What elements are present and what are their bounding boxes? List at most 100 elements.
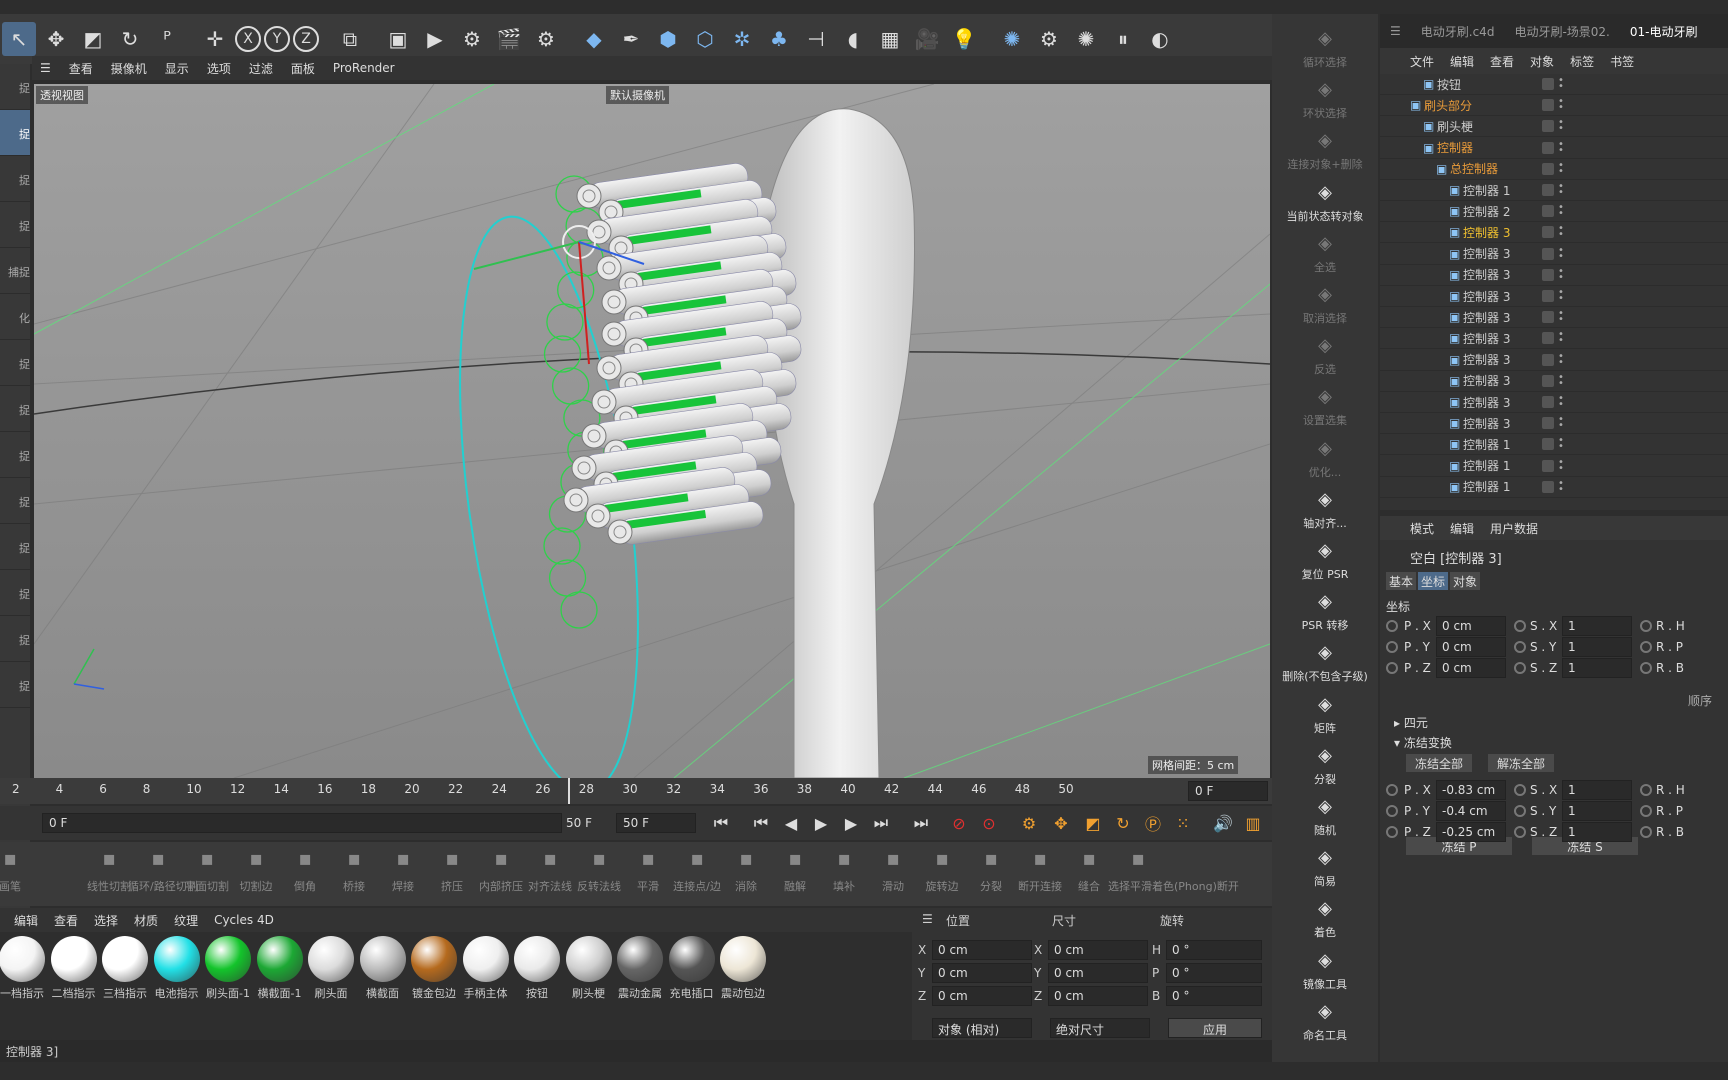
tab-basic[interactable]: 基本 xyxy=(1386,572,1416,590)
select-arrow-icon[interactable]: ↖ xyxy=(2,22,36,56)
viewport-3d[interactable]: 透视视图 默认摄像机 网格间距：5 cm xyxy=(34,84,1270,778)
timeline-ruler[interactable]: 0 F 2 4 6 8 10 12 14 16 18 20 22 24 26 28 30 32 34 36 38 40… xyxy=(0,778,1272,804)
object-row[interactable]: ▣ 按钮 • • xyxy=(1380,74,1728,95)
key-param-icon[interactable]: Ⓟ xyxy=(1140,811,1166,835)
coord-value-field[interactable]: -0.83 cm xyxy=(1436,780,1506,800)
render-dots-icon[interactable]: • • xyxy=(1558,182,1564,198)
light-icon[interactable]: 💡 xyxy=(947,22,981,56)
axis-y-icon[interactable]: Y xyxy=(264,26,290,52)
pause-icon[interactable]: ⏸ xyxy=(1106,22,1140,56)
render-dots-icon[interactable]: • • xyxy=(1558,288,1564,304)
coord-value-field[interactable]: 0 cm xyxy=(1436,616,1506,636)
attribute-menu-item[interactable]: 用户数据 xyxy=(1490,520,1538,537)
animate-toggle[interactable] xyxy=(1514,662,1526,674)
object-menu-item[interactable]: 书签 xyxy=(1610,53,1634,70)
reset-psr-button[interactable]: ◈ 复位 PSR xyxy=(1272,540,1378,582)
animate-toggle[interactable] xyxy=(1640,620,1652,632)
freeze-section[interactable]: ▾ 冻结变换 xyxy=(1394,734,1452,751)
render-dots-icon[interactable]: • • xyxy=(1558,394,1564,410)
coord-value-field[interactable]: 0 cm xyxy=(1436,658,1506,678)
visibility-toggle[interactable] xyxy=(1542,268,1554,281)
material-menu-item[interactable]: 查看 xyxy=(54,912,78,929)
object-row[interactable]: ▣ 控制器 1 • • xyxy=(1380,456,1728,477)
mode-button[interactable]: 捉 xyxy=(0,202,30,248)
render-dots-icon[interactable]: • • xyxy=(1558,245,1564,261)
material-menu-item[interactable]: 纹理 xyxy=(174,912,198,929)
object-row[interactable]: ▣ 控制器 3 • • xyxy=(1380,265,1728,286)
render-icon[interactable]: ⚙ xyxy=(455,22,489,56)
material-menu-item[interactable]: Cycles 4D xyxy=(214,913,274,927)
viewport-menu-icon[interactable]: ☰ xyxy=(40,61,51,75)
visibility-toggle[interactable] xyxy=(1542,120,1554,133)
settings-icon[interactable]: ⚙ xyxy=(1032,22,1066,56)
end-frame-field[interactable]: 50 F xyxy=(616,813,696,833)
deselect-button[interactable]: ◈ 取消选择 xyxy=(1272,284,1378,326)
object-menu-item[interactable]: 查看 xyxy=(1490,53,1514,70)
mograph-icon[interactable]: ♣ xyxy=(762,22,796,56)
coord-rot-field[interactable]: 0 ° xyxy=(1166,986,1262,1006)
mode-button[interactable]: 捕捉 xyxy=(0,248,30,294)
object-row[interactable]: ▣ 控制器 3 • • xyxy=(1380,392,1728,413)
simulation-icon[interactable]: ✺ xyxy=(1069,22,1103,56)
mode-button[interactable]: 捉 xyxy=(0,156,30,202)
visibility-toggle[interactable] xyxy=(1542,480,1554,493)
animate-toggle[interactable] xyxy=(1386,784,1398,796)
mode-button[interactable]: 捉 xyxy=(0,110,30,156)
key-scale-icon[interactable]: ◩ xyxy=(1080,811,1106,835)
material-menu-item[interactable]: 编辑 xyxy=(14,912,38,929)
contrast-icon[interactable]: ◐ xyxy=(1143,22,1177,56)
render-dots-icon[interactable]: • • xyxy=(1558,97,1564,113)
visibility-toggle[interactable] xyxy=(1542,78,1554,90)
object-row[interactable]: ▣ 控制器 3 • • xyxy=(1380,244,1728,265)
next-frame-icon[interactable]: ▶ xyxy=(838,811,864,835)
object-row[interactable]: ▣ 控制器 3 • • xyxy=(1380,328,1728,350)
coord-value-field[interactable]: 1 xyxy=(1562,801,1632,821)
spline-icon[interactable]: ◖ xyxy=(836,22,870,56)
coord-value-field[interactable]: 1 xyxy=(1562,637,1632,657)
visibility-toggle[interactable] xyxy=(1542,205,1554,218)
go-start-icon[interactable]: ⏮ xyxy=(708,811,734,835)
material-swatch[interactable]: 手柄主体 xyxy=(460,936,512,1001)
tab-coordinates[interactable]: 坐标 xyxy=(1418,572,1448,590)
last-key-icon[interactable]: ⏭ xyxy=(868,811,894,835)
document-tab[interactable]: 电动牙刷-场景02. xyxy=(1504,23,1619,40)
coord-value-field[interactable]: -0.25 cm xyxy=(1436,822,1506,842)
animate-toggle[interactable] xyxy=(1640,826,1652,838)
quaternion-section[interactable]: ▸ 四元 xyxy=(1394,714,1428,731)
animate-toggle[interactable] xyxy=(1386,826,1398,838)
shader-button[interactable]: ◈ 着色 xyxy=(1272,898,1378,940)
animate-toggle[interactable] xyxy=(1386,662,1398,674)
mode-button[interactable]: 捉 xyxy=(0,386,30,432)
animate-toggle[interactable] xyxy=(1386,620,1398,632)
coord-size-mode-select[interactable]: 绝对尺寸 xyxy=(1050,1018,1150,1038)
object-row[interactable]: ▣ 总控制器 • • xyxy=(1380,159,1728,180)
material-swatch[interactable]: 横截面 xyxy=(357,936,409,1001)
object-row[interactable]: ▣ 控制器 3 • • xyxy=(1380,222,1728,244)
visibility-toggle[interactable] xyxy=(1542,374,1554,387)
pen-icon[interactable]: ✒ xyxy=(614,22,648,56)
visibility-toggle[interactable] xyxy=(1542,311,1554,324)
psr-icon[interactable]: ᴾ xyxy=(150,22,184,56)
key-pla-icon[interactable]: ⁙ xyxy=(1170,811,1196,835)
visibility-toggle[interactable] xyxy=(1542,332,1554,345)
animate-toggle[interactable] xyxy=(1386,641,1398,653)
object-row[interactable]: ▣ 控制器 • • xyxy=(1380,138,1728,159)
coord-value-field[interactable]: 1 xyxy=(1562,658,1632,678)
first-key-icon[interactable]: ⏮ xyxy=(748,811,774,835)
set-selection-button[interactable]: ◈ 设置选集 xyxy=(1272,386,1378,428)
object-row[interactable]: ▣ 控制器 2 • • xyxy=(1380,201,1728,223)
optimize-button[interactable]: ◈ 优化... xyxy=(1272,438,1378,480)
coord-menu-icon[interactable]: ☰ xyxy=(922,912,933,926)
viewport-menu-item[interactable]: 查看 xyxy=(69,60,93,77)
axis-z-icon[interactable]: Z xyxy=(293,26,319,52)
material-swatch[interactable]: 震动金属 xyxy=(614,936,666,1001)
mesh-tool[interactable]: ▪ 画笔 xyxy=(0,846,40,894)
material-swatch[interactable]: 刷头面 xyxy=(305,936,357,1001)
scale-icon[interactable]: ◩ xyxy=(76,22,110,56)
attribute-menu-item[interactable]: 模式 xyxy=(1410,520,1434,537)
material-swatch[interactable]: 电池指示 xyxy=(151,936,203,1001)
viewport-menu-item[interactable]: 摄像机 xyxy=(111,60,147,77)
unfreeze-all-button[interactable]: 解冻全部 xyxy=(1488,754,1554,772)
mode-button[interactable]: 捉 xyxy=(0,64,30,110)
move-icon[interactable]: ✥ xyxy=(39,22,73,56)
